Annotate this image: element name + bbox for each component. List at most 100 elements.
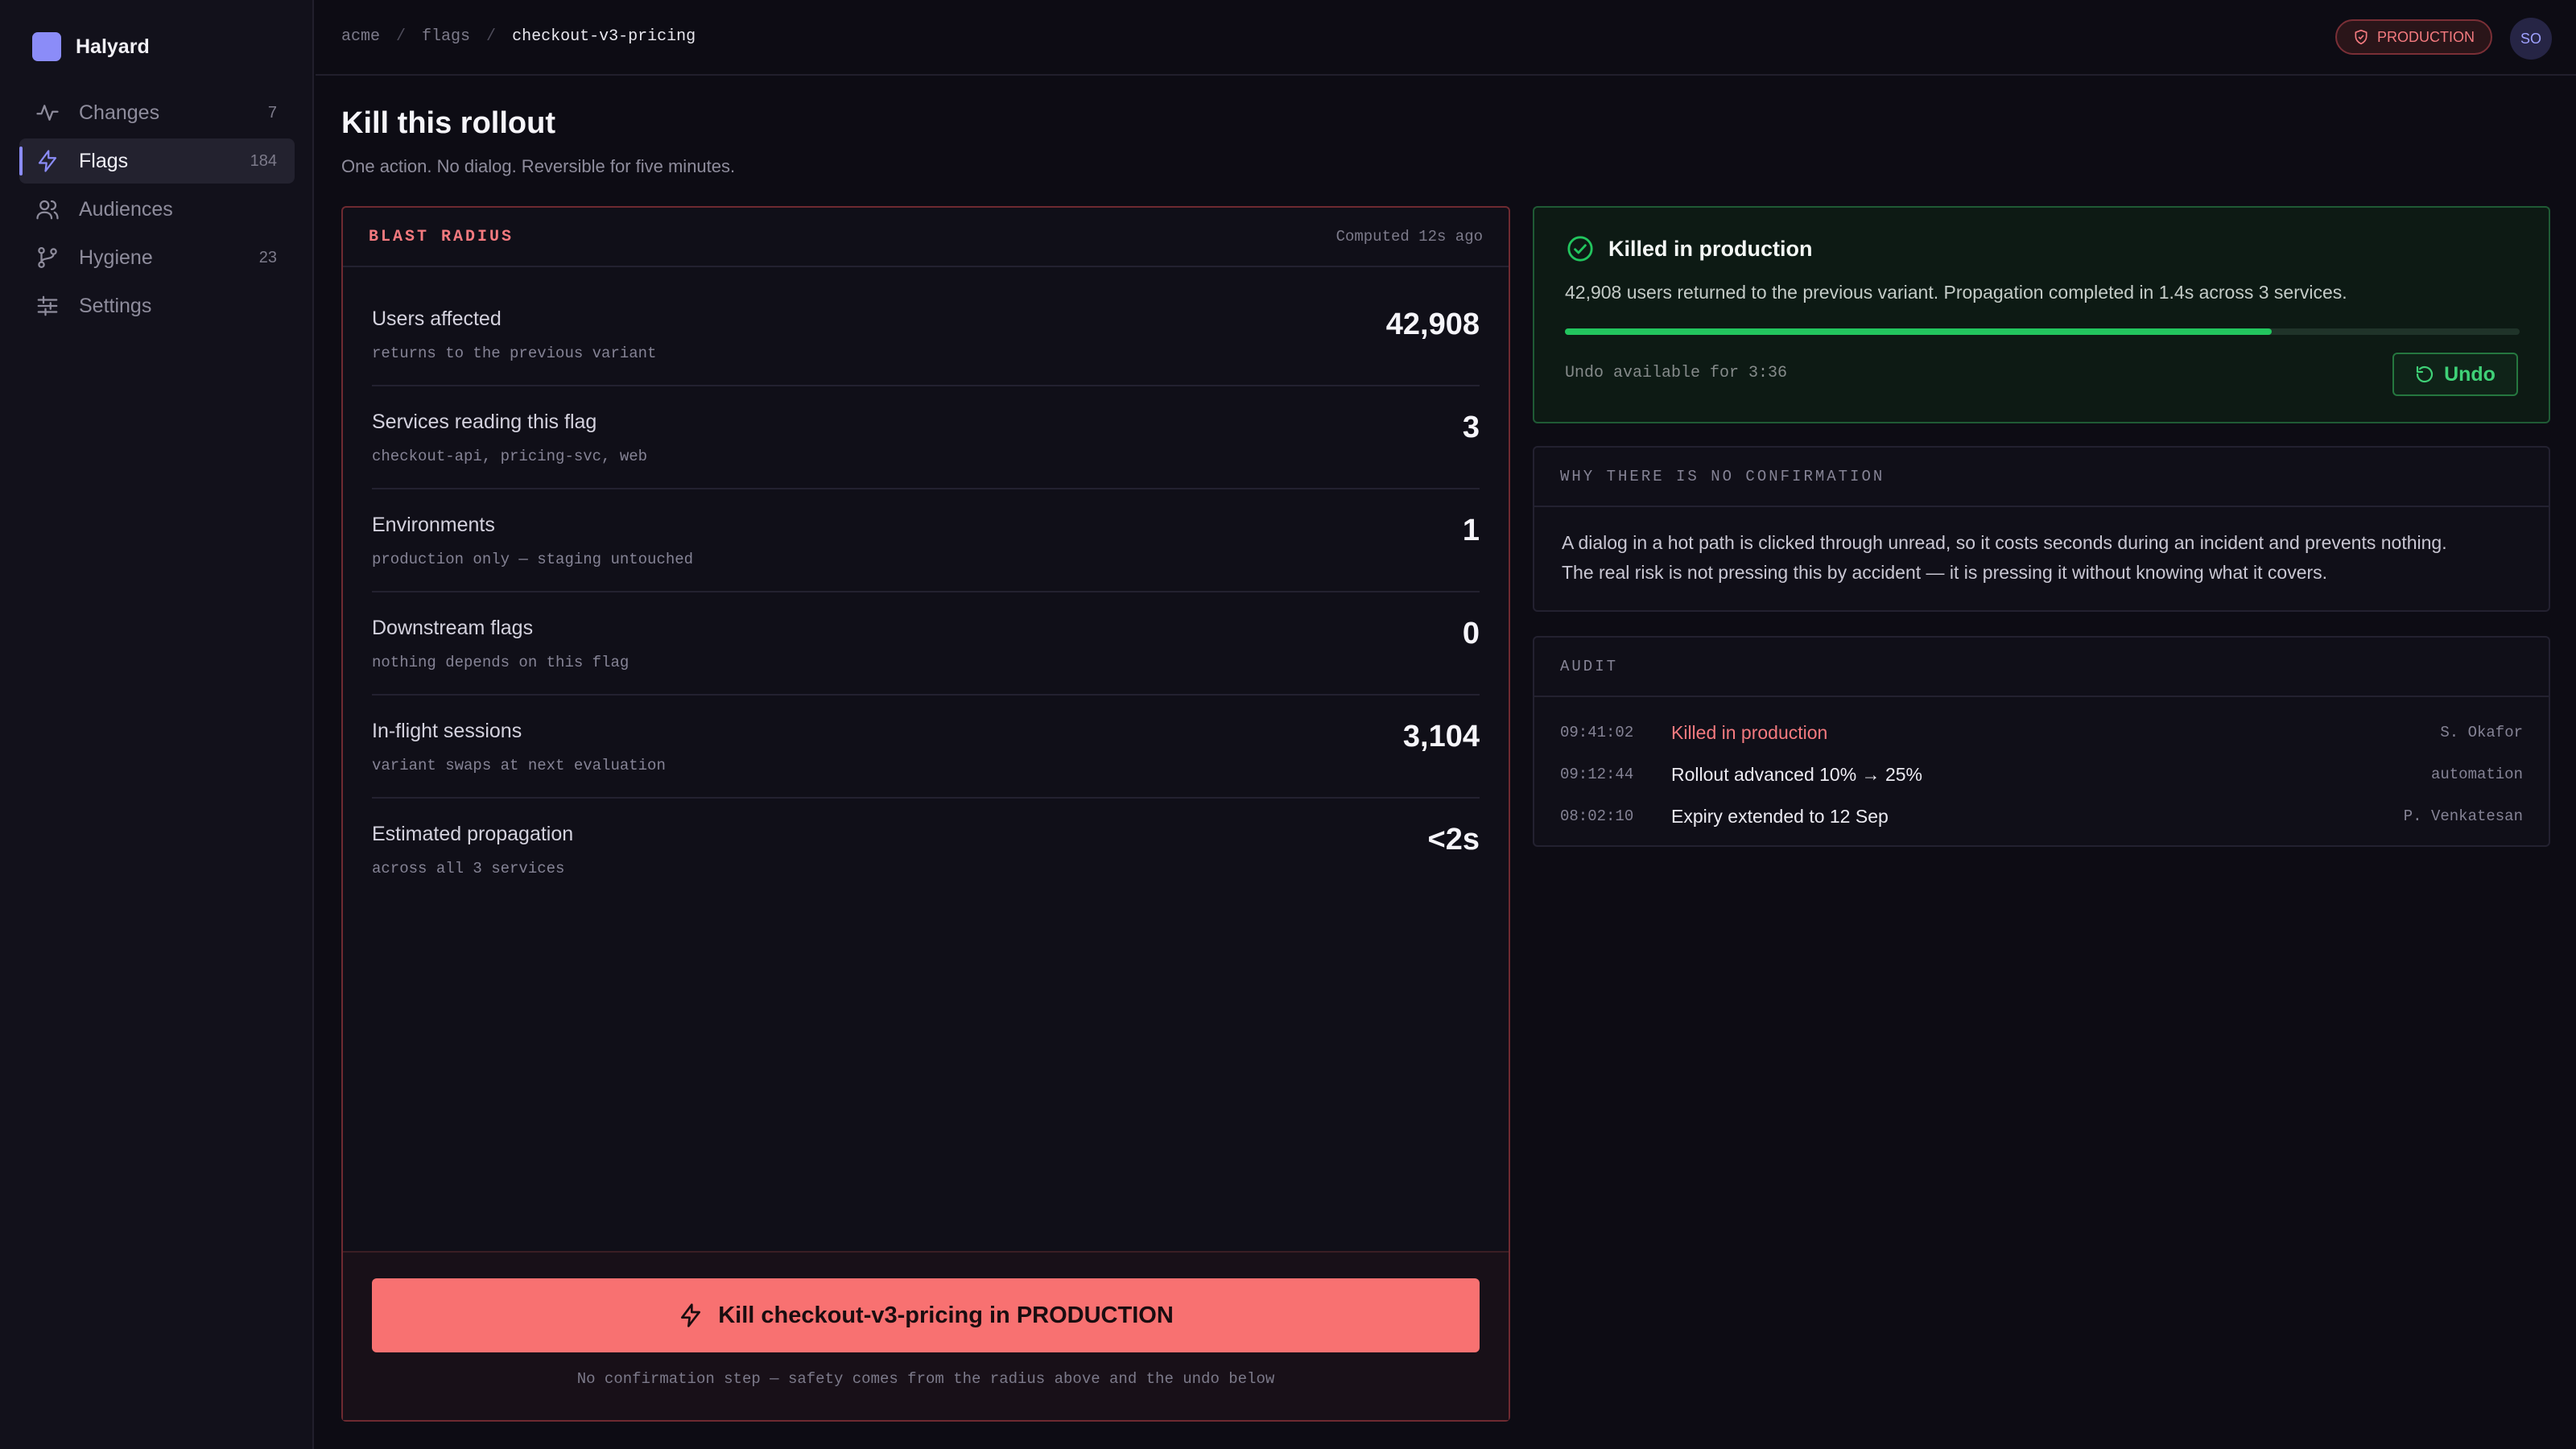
environment-badge: PRODUCTION: [2335, 19, 2492, 55]
audit-row: 09:41:02 Killed in production S. Okafor: [1560, 712, 2523, 753]
bolt-icon: [681, 1303, 701, 1327]
breadcrumb-current: checkout-v3-pricing: [512, 27, 696, 46]
sidebar-item-flags[interactable]: Flags 184: [19, 138, 295, 184]
blast-radius-title: BLAST RADIUS: [369, 227, 514, 246]
sidebar-item-settings[interactable]: Settings: [19, 283, 295, 328]
metric-label: Environments: [372, 514, 495, 536]
audit-list: 09:41:02 Killed in production S. Okafor …: [1534, 697, 2549, 837]
undo-progress-fill: [1565, 328, 2272, 335]
computed-timestamp: Computed 12s ago: [1335, 228, 1483, 246]
audit-actor: P. Venkatesan: [2403, 807, 2523, 825]
kill-status-title: Killed in production: [1608, 236, 1813, 261]
sidebar: Halyard Changes 7 Flags 184 Audiences Hy…: [0, 0, 314, 1449]
audit-event: Rollout advanced 10% → 25%: [1671, 763, 1922, 785]
audit-row: 09:12:44 Rollout advanced 10% → 25% auto…: [1560, 753, 2523, 795]
brand[interactable]: Halyard: [32, 32, 150, 61]
breadcrumb-separator: /: [396, 27, 407, 46]
page-subtitle: One action. No dialog. Reversible for fi…: [341, 156, 736, 176]
metric-value: 3,104: [1402, 720, 1480, 753]
activity-icon: [35, 101, 60, 125]
sidebar-item-label: Audiences: [79, 197, 173, 221]
sliders-icon: [35, 294, 60, 318]
metric-propagation: Estimated propagation across all 3 servi…: [372, 799, 1480, 902]
sidebar-item-audiences[interactable]: Audiences: [19, 187, 295, 232]
metric-label: Users affected: [372, 308, 502, 330]
metric-sub: production only — staging untouched: [372, 551, 694, 568]
metric-users-affected: Users affected returns to the previous v…: [372, 283, 1480, 386]
kill-status-header: Killed in production: [1567, 235, 1812, 262]
metric-sub: variant swaps at next evaluation: [372, 757, 666, 774]
breadcrumb-org[interactable]: acme: [341, 27, 380, 46]
why-card-title: WHY THERE IS NO CONFIRMATION: [1534, 448, 2549, 507]
audit-card-title: AUDIT: [1534, 638, 2549, 697]
metric-label: Downstream flags: [372, 617, 534, 639]
kill-action-area: Kill checkout-v3-pricing in PRODUCTION N…: [343, 1251, 1509, 1420]
breadcrumb-flags[interactable]: flags: [422, 27, 470, 46]
metric-value: 3: [1462, 411, 1480, 444]
sidebar-nav: Changes 7 Flags 184 Audiences Hygiene 23: [19, 90, 295, 332]
avatar[interactable]: SO: [2510, 18, 2552, 60]
branch-icon: [35, 246, 60, 270]
metric-downstream-flags: Downstream flags nothing depends on this…: [372, 592, 1480, 696]
bolt-icon: [35, 149, 60, 173]
top-bar: acme / flags / checkout-v3-pricing PRODU…: [316, 0, 2576, 76]
metrics-list: Users affected returns to the previous v…: [343, 267, 1509, 902]
breadcrumb-separator: /: [486, 27, 497, 46]
kill-button[interactable]: Kill checkout-v3-pricing in PRODUCTION: [372, 1278, 1480, 1352]
metric-sub: checkout-api, pricing-svc, web: [372, 448, 648, 465]
why-line: A dialog in a hot path is clicked throug…: [1562, 532, 2447, 553]
audit-time: 09:12:44: [1560, 766, 1634, 783]
metric-sub: across all 3 services: [372, 860, 565, 877]
check-circle-icon: [1567, 236, 1593, 262]
environment-label: PRODUCTION: [2377, 28, 2475, 45]
metric-inflight-sessions: In-flight sessions variant swaps at next…: [372, 696, 1480, 799]
undo-progress-bar: [1565, 328, 2520, 335]
sidebar-item-count: 23: [258, 248, 277, 266]
blast-radius-panel: BLAST RADIUS Computed 12s ago Users affe…: [341, 206, 1510, 1422]
metric-environments: Environments production only — staging u…: [372, 489, 1480, 592]
metric-value: 0: [1462, 617, 1480, 650]
sidebar-item-label: Hygiene: [79, 246, 153, 269]
metric-value: 1: [1462, 514, 1480, 547]
sidebar-item-count: 7: [267, 103, 277, 122]
sidebar-item-hygiene[interactable]: Hygiene 23: [19, 235, 295, 280]
audit-card: AUDIT 09:41:02 Killed in production S. O…: [1533, 636, 2550, 847]
audit-time: 08:02:10: [1560, 807, 1634, 825]
brand-name: Halyard: [76, 35, 150, 58]
undo-icon: [2416, 365, 2434, 383]
metric-value: <2s: [1427, 823, 1480, 857]
metric-value: 42,908: [1385, 308, 1480, 341]
sidebar-item-label: Flags: [79, 149, 129, 172]
page-title: Kill this rollout: [341, 106, 555, 140]
undo-button[interactable]: Undo: [2392, 353, 2518, 396]
sidebar-item-changes[interactable]: Changes 7: [19, 90, 295, 135]
audit-row: 08:02:10 Expiry extended to 12 Sep P. Ve…: [1560, 795, 2523, 837]
sidebar-item-count: 184: [250, 151, 277, 170]
audit-time: 09:41:02: [1560, 724, 1634, 741]
metric-sub: nothing depends on this flag: [372, 654, 630, 671]
audit-actor: automation: [2430, 766, 2523, 783]
blast-radius-header: BLAST RADIUS Computed 12s ago: [343, 208, 1509, 267]
audit-event: Killed in production: [1671, 721, 1828, 743]
metric-label: Services reading this flag: [372, 411, 597, 433]
metric-sub: returns to the previous variant: [372, 345, 657, 362]
breadcrumb: acme / flags / checkout-v3-pricing: [341, 27, 696, 46]
undo-button-label: Undo: [2444, 362, 2496, 386]
metric-label: In-flight sessions: [372, 720, 522, 742]
kill-note: No confirmation step — safety comes from…: [576, 1370, 1275, 1388]
kill-status-card: Killed in production 42,908 users return…: [1533, 206, 2550, 423]
brand-logo: [32, 32, 61, 61]
undo-countdown: Undo available for 3:36: [1565, 364, 1788, 382]
why-line: The real risk is not pressing this by ac…: [1562, 562, 2328, 583]
metric-label: Estimated propagation: [372, 823, 574, 845]
why-no-confirmation-card: WHY THERE IS NO CONFIRMATION A dialog in…: [1533, 446, 2550, 612]
users-icon: [35, 197, 60, 221]
sidebar-item-label: Changes: [79, 101, 160, 124]
metric-services: Services reading this flag checkout-api,…: [372, 386, 1480, 489]
audit-actor: S. Okafor: [2440, 724, 2523, 741]
why-card-body: A dialog in a hot path is clicked throug…: [1534, 507, 2549, 588]
kill-status-description: 42,908 users returned to the previous va…: [1565, 282, 2347, 303]
sidebar-item-label: Settings: [79, 294, 152, 317]
audit-event: Expiry extended to 12 Sep: [1671, 805, 1889, 827]
shield-icon: [2355, 29, 2368, 45]
